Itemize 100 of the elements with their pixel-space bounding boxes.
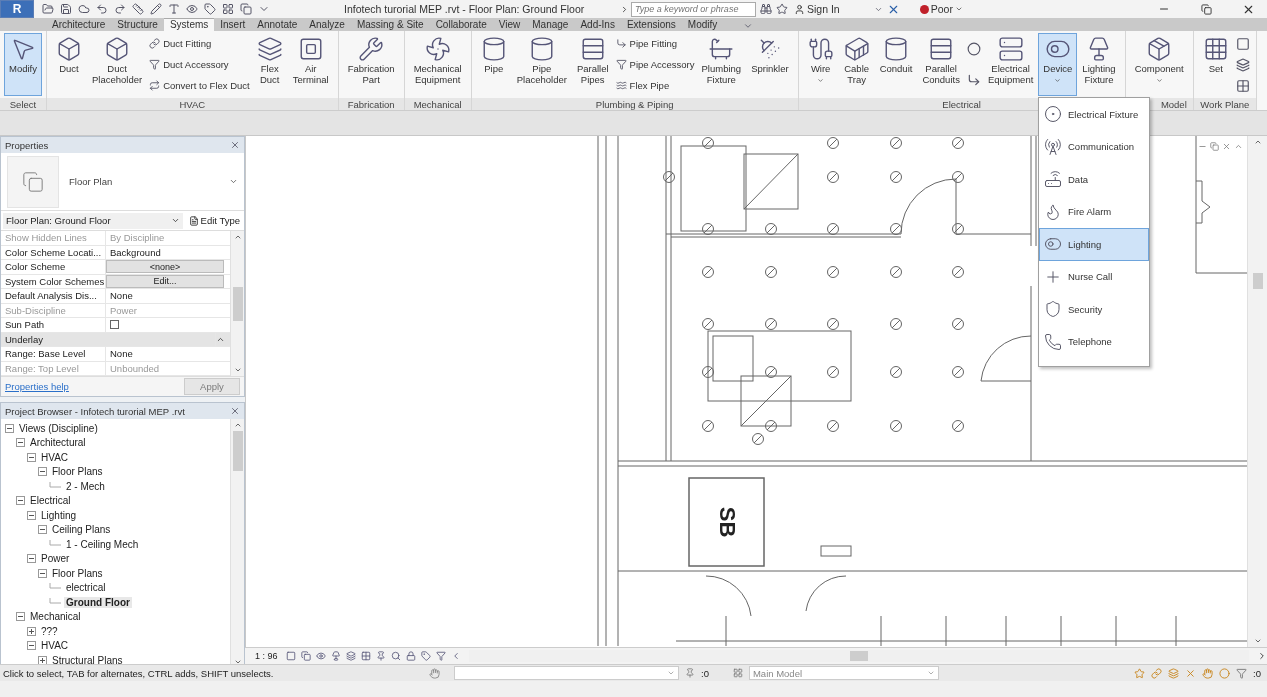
toolbar-button[interactable]	[114, 3, 126, 15]
selection-option-icon[interactable]	[1151, 667, 1163, 679]
tree-item[interactable]: electrical	[64, 582, 108, 594]
tree-item[interactable]: Electrical	[28, 495, 73, 507]
ribbon-small-button[interactable]: Pipe Accessory	[615, 59, 695, 70]
tree-item[interactable]: Power	[39, 553, 72, 565]
toolbar-button[interactable]	[240, 3, 252, 15]
binoculars-icon[interactable]	[760, 3, 772, 15]
vertical-scrollbar[interactable]	[1247, 136, 1267, 647]
toolbar-button[interactable]	[222, 3, 234, 15]
menu-item[interactable]: Fire Alarm	[1039, 195, 1149, 228]
ribbon-button[interactable]: Duct Placeholder	[87, 33, 148, 96]
ribbon-button[interactable]: Sprinkler	[746, 33, 794, 96]
ribbon-button[interactable]: Parallel Pipes	[571, 33, 614, 96]
view-control-icon[interactable]	[285, 651, 296, 661]
ribbon-tab[interactable]: Structure	[111, 18, 164, 31]
ribbon-tab[interactable]: Annotate	[251, 18, 304, 31]
ribbon-button[interactable]: Air Terminal	[287, 33, 334, 96]
toolbar-button[interactable]	[60, 3, 72, 15]
menu-item[interactable]: Telephone	[1039, 325, 1149, 358]
view-control-icon[interactable]	[405, 651, 416, 661]
toolbar-button[interactable]	[42, 3, 54, 15]
ribbon-button[interactable]: Conduit	[874, 33, 918, 96]
ribbon-tab[interactable]: View	[492, 18, 527, 31]
ribbon-tab[interactable]: Collaborate	[429, 18, 493, 31]
selection-option-icon[interactable]	[1202, 667, 1214, 679]
ribbon-tab[interactable]: Add-Ins	[574, 18, 621, 31]
ribbon-button[interactable]: Plumbing Fixture	[696, 33, 747, 96]
tree-item[interactable]: 2 - Mech	[64, 480, 107, 492]
tree-item[interactable]: Lighting	[39, 509, 79, 521]
ribbon-button[interactable]: Component	[1129, 33, 1189, 96]
ribbon-button[interactable]: Duct	[51, 33, 87, 96]
restore-icon[interactable]	[1200, 3, 1212, 15]
ribbon-button[interactable]: Electrical Equipment	[982, 33, 1039, 96]
chevron-up-icon[interactable]	[233, 233, 242, 241]
ribbon-button[interactable]: Set	[1197, 33, 1234, 96]
scrollbar-thumb[interactable]	[1252, 272, 1263, 289]
search-field[interactable]: Type a keyword or phrase	[631, 1, 756, 17]
ribbon-button[interactable]: Device	[1038, 33, 1078, 96]
view-control-icon[interactable]	[360, 651, 371, 661]
collapse-icon[interactable]	[38, 568, 47, 578]
toolbar-button[interactable]	[204, 3, 216, 15]
collapse-icon[interactable]	[27, 554, 36, 564]
ribbon-button[interactable]: Pipe	[475, 33, 512, 96]
chevron-right-icon[interactable]	[1257, 651, 1267, 661]
hand-icon[interactable]	[429, 667, 440, 679]
checkbox[interactable]	[110, 320, 119, 330]
chevron-up-icon[interactable]	[233, 421, 242, 429]
tree-item[interactable]: Structural Plans	[50, 654, 125, 666]
close-button[interactable]	[230, 406, 240, 416]
ribbon-tab[interactable]: Modify	[681, 18, 724, 31]
view-control-icon[interactable]	[330, 651, 341, 661]
layers-icon[interactable]	[1235, 57, 1250, 72]
menu-item[interactable]: Communication	[1039, 130, 1149, 163]
tree-item[interactable]: 1 - Ceiling Mech	[64, 538, 141, 550]
collapse-icon[interactable]	[5, 423, 14, 433]
edit-type-button[interactable]: Edit Type	[186, 215, 242, 226]
tree-item[interactable]: ???	[39, 625, 60, 637]
ribbon-button[interactable]: Mechanical Equipment	[408, 33, 467, 96]
ribbon-tab[interactable]: Insert	[214, 18, 252, 31]
tree-item[interactable]: Views (Discipline)	[17, 422, 100, 434]
view-control-icon[interactable]	[375, 651, 386, 661]
ribbon-small-button[interactable]: Flex Pipe	[615, 80, 695, 91]
menu-item[interactable]: Electrical Fixture	[1039, 98, 1149, 131]
collapse-icon[interactable]	[16, 612, 25, 622]
ribbon-tab[interactable]: Architecture	[46, 18, 112, 31]
menu-item[interactable]: Nurse Call	[1039, 260, 1149, 293]
tree-item[interactable]: Architectural	[28, 437, 88, 449]
ribbon-button[interactable]: Parallel Conduits	[917, 33, 965, 96]
expand-icon[interactable]	[620, 4, 629, 14]
ribbon-button[interactable]: Lighting Fixture	[1077, 33, 1121, 96]
toolbar-button[interactable]	[78, 3, 90, 15]
menu-item[interactable]: Security	[1039, 293, 1149, 326]
elbow-icon[interactable]	[966, 73, 981, 88]
design-option-dropdown[interactable]: Main Model	[748, 666, 939, 680]
collapse-icon[interactable]	[38, 467, 47, 477]
ribbon-small-button[interactable]: Duct Accessory	[149, 59, 250, 70]
ribbon-button[interactable]: Modify	[4, 33, 42, 96]
star-icon[interactable]	[776, 3, 788, 15]
ribbon-tab[interactable]: Systems	[163, 18, 215, 31]
expand-icon[interactable]	[27, 626, 36, 636]
layout-icon[interactable]	[732, 668, 743, 678]
ribbon-small-button[interactable]: Pipe Fitting	[615, 38, 695, 49]
scrollbar-thumb[interactable]	[232, 286, 243, 321]
ribbon-button[interactable]: Fabrication Part	[342, 33, 400, 96]
filter-icon[interactable]	[1236, 667, 1248, 679]
ribbon-small-button[interactable]: Convert to Flex Duct	[149, 80, 250, 91]
tree-item[interactable]: Ceiling Plans	[50, 524, 113, 536]
chevron-up-icon[interactable]	[1234, 142, 1243, 151]
vertical-scrollbar[interactable]	[230, 231, 244, 376]
view-control-icon[interactable]	[390, 651, 401, 661]
grid-icon[interactable]	[1235, 78, 1250, 93]
help-link[interactable]: Properties help	[5, 381, 69, 392]
ribbon-tab[interactable]: Massing & Site	[350, 18, 430, 31]
menu-item[interactable]: Lighting	[1039, 228, 1149, 261]
chevron-down-icon[interactable]	[233, 366, 242, 374]
view-control-icon[interactable]	[315, 651, 326, 661]
view-control-icon[interactable]	[435, 651, 446, 661]
collapse-icon[interactable]	[27, 452, 36, 462]
collapse-icon[interactable]	[16, 438, 25, 448]
